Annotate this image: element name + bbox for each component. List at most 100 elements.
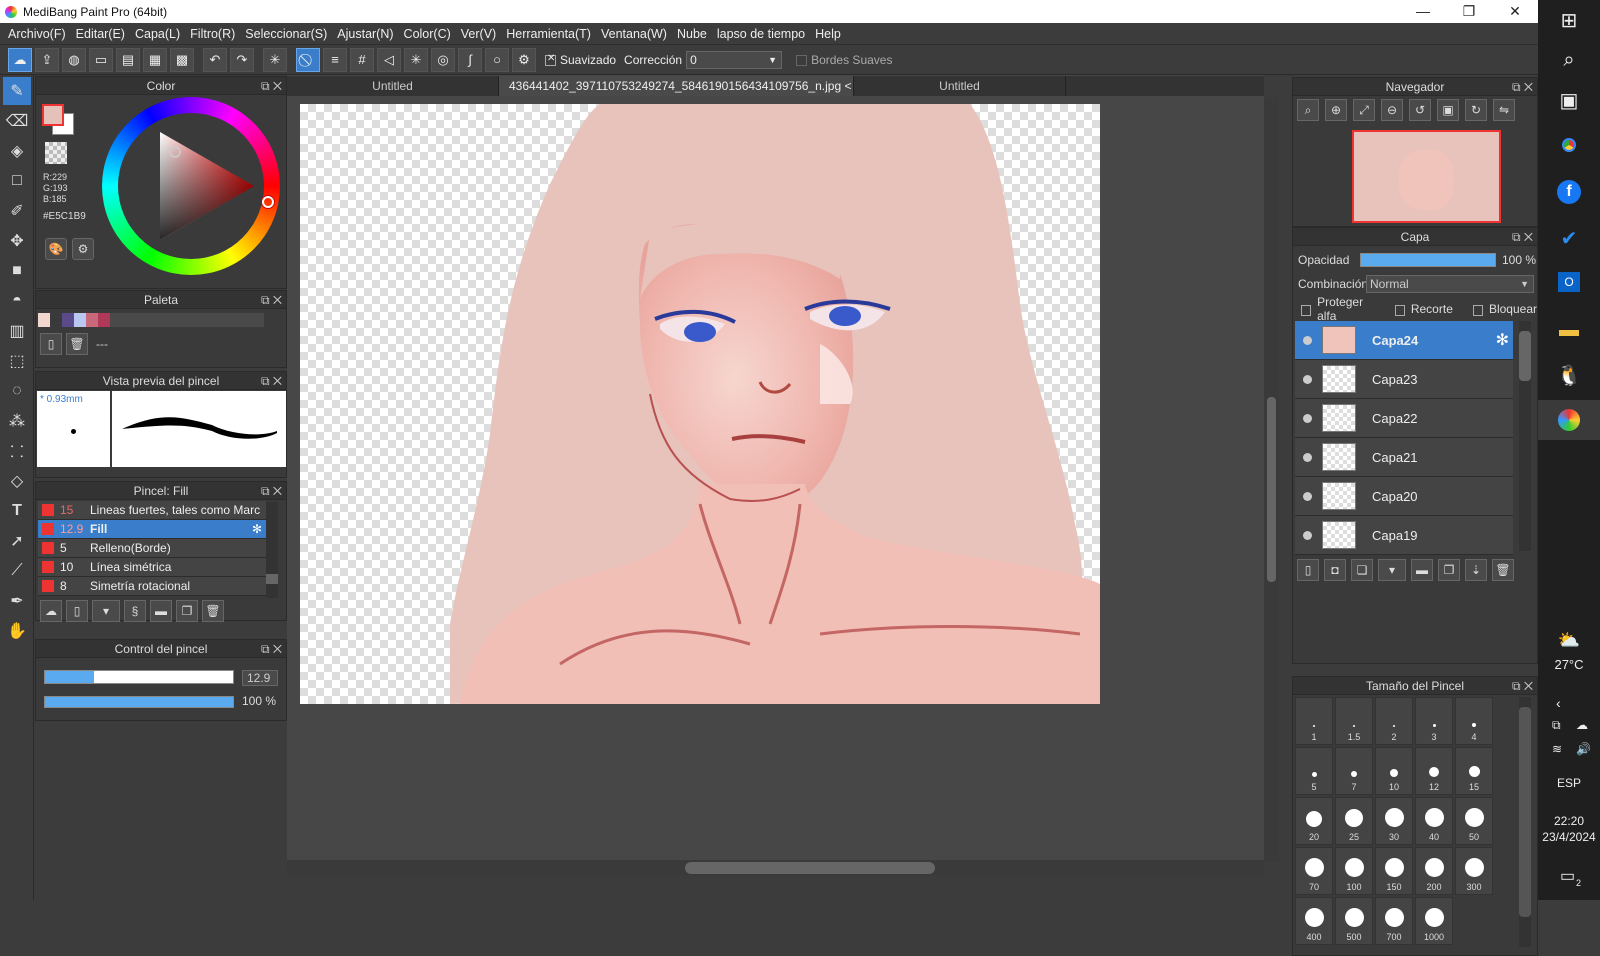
palette-swatch[interactable]: [38, 313, 50, 327]
add-layer-menu-icon[interactable]: ▾: [1378, 559, 1406, 581]
wifi-icon[interactable]: ≋: [1552, 742, 1562, 756]
minimize-button[interactable]: —: [1400, 0, 1446, 23]
color-settings-icon[interactable]: ⚙: [72, 238, 94, 260]
layer-list-scrollbar[interactable]: [1519, 321, 1531, 551]
task-view-icon[interactable]: ▣: [1538, 80, 1600, 120]
menu-help[interactable]: Help: [815, 27, 841, 41]
brush-size-cell[interactable]: 200: [1415, 847, 1453, 895]
dot-eraser-icon[interactable]: ◈: [3, 137, 31, 165]
hand-tool-icon[interactable]: ✋: [3, 617, 31, 645]
blend-mode-select[interactable]: Normal ▼: [1366, 275, 1534, 293]
page-icon[interactable]: ▤: [116, 47, 140, 72]
drawing-canvas[interactable]: [300, 104, 1100, 704]
brush-tool-icon[interactable]: ✎: [3, 77, 31, 105]
cloud-save-icon[interactable]: ☁: [8, 47, 32, 72]
brush-size-cell[interactable]: 7: [1335, 747, 1373, 795]
rotate-right-icon[interactable]: ↻: [1465, 99, 1487, 121]
eye-icon[interactable]: [1303, 530, 1312, 540]
brush-item[interactable]: 8 Simetría rotacional: [38, 577, 266, 596]
brush-size-cell[interactable]: 20: [1295, 797, 1333, 845]
brush-size-cell[interactable]: 2: [1375, 697, 1413, 745]
menu-archivo[interactable]: Archivo(F): [8, 27, 66, 41]
select-eraser-icon[interactable]: ◇: [3, 467, 31, 495]
tab-image[interactable]: 436441402_397110753249274_58461901564341…: [499, 76, 854, 96]
windows-start-icon[interactable]: ⊞: [1538, 0, 1600, 40]
language-indicator[interactable]: ESP: [1538, 776, 1600, 790]
brush-size-cell[interactable]: 3: [1415, 697, 1453, 745]
panel-buttons[interactable]: ⧉ ✕: [261, 291, 282, 309]
brush-size-cell[interactable]: 50: [1455, 797, 1493, 845]
brush-size-cell[interactable]: 30: [1375, 797, 1413, 845]
magic-wand-icon[interactable]: ⁂: [3, 407, 31, 435]
layer-opacity-slider[interactable]: [1360, 253, 1496, 267]
brush-size-cell[interactable]: 500: [1335, 897, 1373, 945]
delete-palette-icon[interactable]: 🗑: [66, 333, 88, 355]
eyedropper-tool-icon[interactable]: ✒: [3, 587, 31, 615]
brush-size-slider[interactable]: [44, 670, 234, 684]
menu-capa[interactable]: Capa(L): [135, 27, 180, 41]
duplicate-brush-icon[interactable]: ❐: [176, 600, 198, 622]
palette-swatch[interactable]: [86, 313, 98, 327]
add-brush-menu-icon[interactable]: ▾: [92, 600, 120, 622]
smoothing-checkbox[interactable]: [545, 53, 556, 66]
select-pen-icon[interactable]: ✐: [3, 197, 31, 225]
canvas-horizontal-scrollbar[interactable]: [287, 860, 1264, 876]
brush-size-cell[interactable]: 5: [1295, 747, 1333, 795]
export-icon[interactable]: ⇪: [35, 47, 59, 72]
brush-script-icon[interactable]: §: [124, 600, 146, 622]
menu-ventana[interactable]: Ventana(W): [601, 27, 667, 41]
palette-swatch[interactable]: [50, 313, 62, 327]
grid-snap-icon[interactable]: #: [350, 47, 374, 72]
menu-filtro[interactable]: Filtro(R): [190, 27, 235, 41]
brush-size-cell[interactable]: 4: [1455, 697, 1493, 745]
restore-button[interactable]: ❐: [1446, 0, 1492, 23]
correction-select[interactable]: 0 ▼: [686, 50, 783, 69]
new-palette-icon[interactable]: ▯: [40, 333, 62, 355]
brush-list-scrollbar[interactable]: [266, 502, 278, 598]
delete-layer-icon[interactable]: 🗑: [1492, 559, 1514, 581]
settings-snap-icon[interactable]: ⚙: [512, 47, 536, 72]
canvas-vertical-scrollbar[interactable]: [1264, 97, 1279, 862]
redo-icon[interactable]: ↷: [230, 47, 254, 72]
zoom-in-icon[interactable]: ⊕: [1325, 99, 1347, 121]
clipping-checkbox[interactable]: [1394, 304, 1405, 316]
undo-icon[interactable]: ↶: [203, 47, 227, 72]
move-tool-icon[interactable]: ✥: [3, 227, 31, 255]
select-brush-icon[interactable]: ⸬: [3, 437, 31, 465]
new-8bit-layer-icon[interactable]: ❏: [1351, 559, 1373, 581]
menu-herramienta[interactable]: Herramienta(T): [506, 27, 591, 41]
brush-item[interactable]: 5 Relleno(Borde): [38, 539, 266, 558]
fill-rect-icon[interactable]: ■: [3, 257, 31, 285]
saturation-triangle[interactable]: [157, 130, 255, 242]
gear-icon[interactable]: ✻: [1496, 330, 1509, 350]
new-layer-icon[interactable]: ▯: [1297, 559, 1319, 581]
eye-icon[interactable]: [1303, 374, 1312, 384]
shape-tool-icon[interactable]: □: [3, 167, 31, 195]
brush-size-cell[interactable]: 1: [1295, 697, 1333, 745]
panel-buttons[interactable]: ⧉ ✕: [261, 640, 282, 658]
brush-size-cell[interactable]: 400: [1295, 897, 1333, 945]
brush-size-cell[interactable]: 150: [1375, 847, 1413, 895]
brush-item[interactable]: 15 Lineas fuertes, tales como Marca: [38, 501, 266, 520]
eye-icon[interactable]: [1303, 335, 1312, 345]
brush-size-cell[interactable]: 12: [1415, 747, 1453, 795]
layer-item[interactable]: Capa21: [1295, 438, 1513, 477]
palette-color-icon[interactable]: 🎨: [45, 238, 67, 260]
duplicate-layer-icon[interactable]: ❐: [1438, 559, 1460, 581]
eye-icon[interactable]: [1303, 413, 1312, 423]
search-icon[interactable]: ⌕: [1538, 40, 1600, 80]
palette-swatch[interactable]: [98, 313, 110, 327]
medibang-taskbar-icon[interactable]: [1538, 400, 1600, 440]
menu-editar[interactable]: Editar(E): [76, 27, 125, 41]
layer-item[interactable]: Capa23: [1295, 360, 1513, 399]
menu-seleccionar[interactable]: Seleccionar(S): [245, 27, 327, 41]
brush-opacity-slider[interactable]: [44, 696, 234, 708]
panel-icon[interactable]: ▩: [170, 47, 194, 72]
comment-icon[interactable]: ▭: [89, 47, 113, 72]
perspective-snap-icon[interactable]: ◁: [377, 47, 401, 72]
palette-swatch[interactable]: [62, 313, 74, 327]
close-button[interactable]: ✕: [1492, 0, 1538, 23]
merge-layer-icon[interactable]: ⇣: [1465, 559, 1487, 581]
palette-swatch[interactable]: [74, 313, 86, 327]
penguin-app-icon[interactable]: 🐧: [1538, 355, 1600, 395]
